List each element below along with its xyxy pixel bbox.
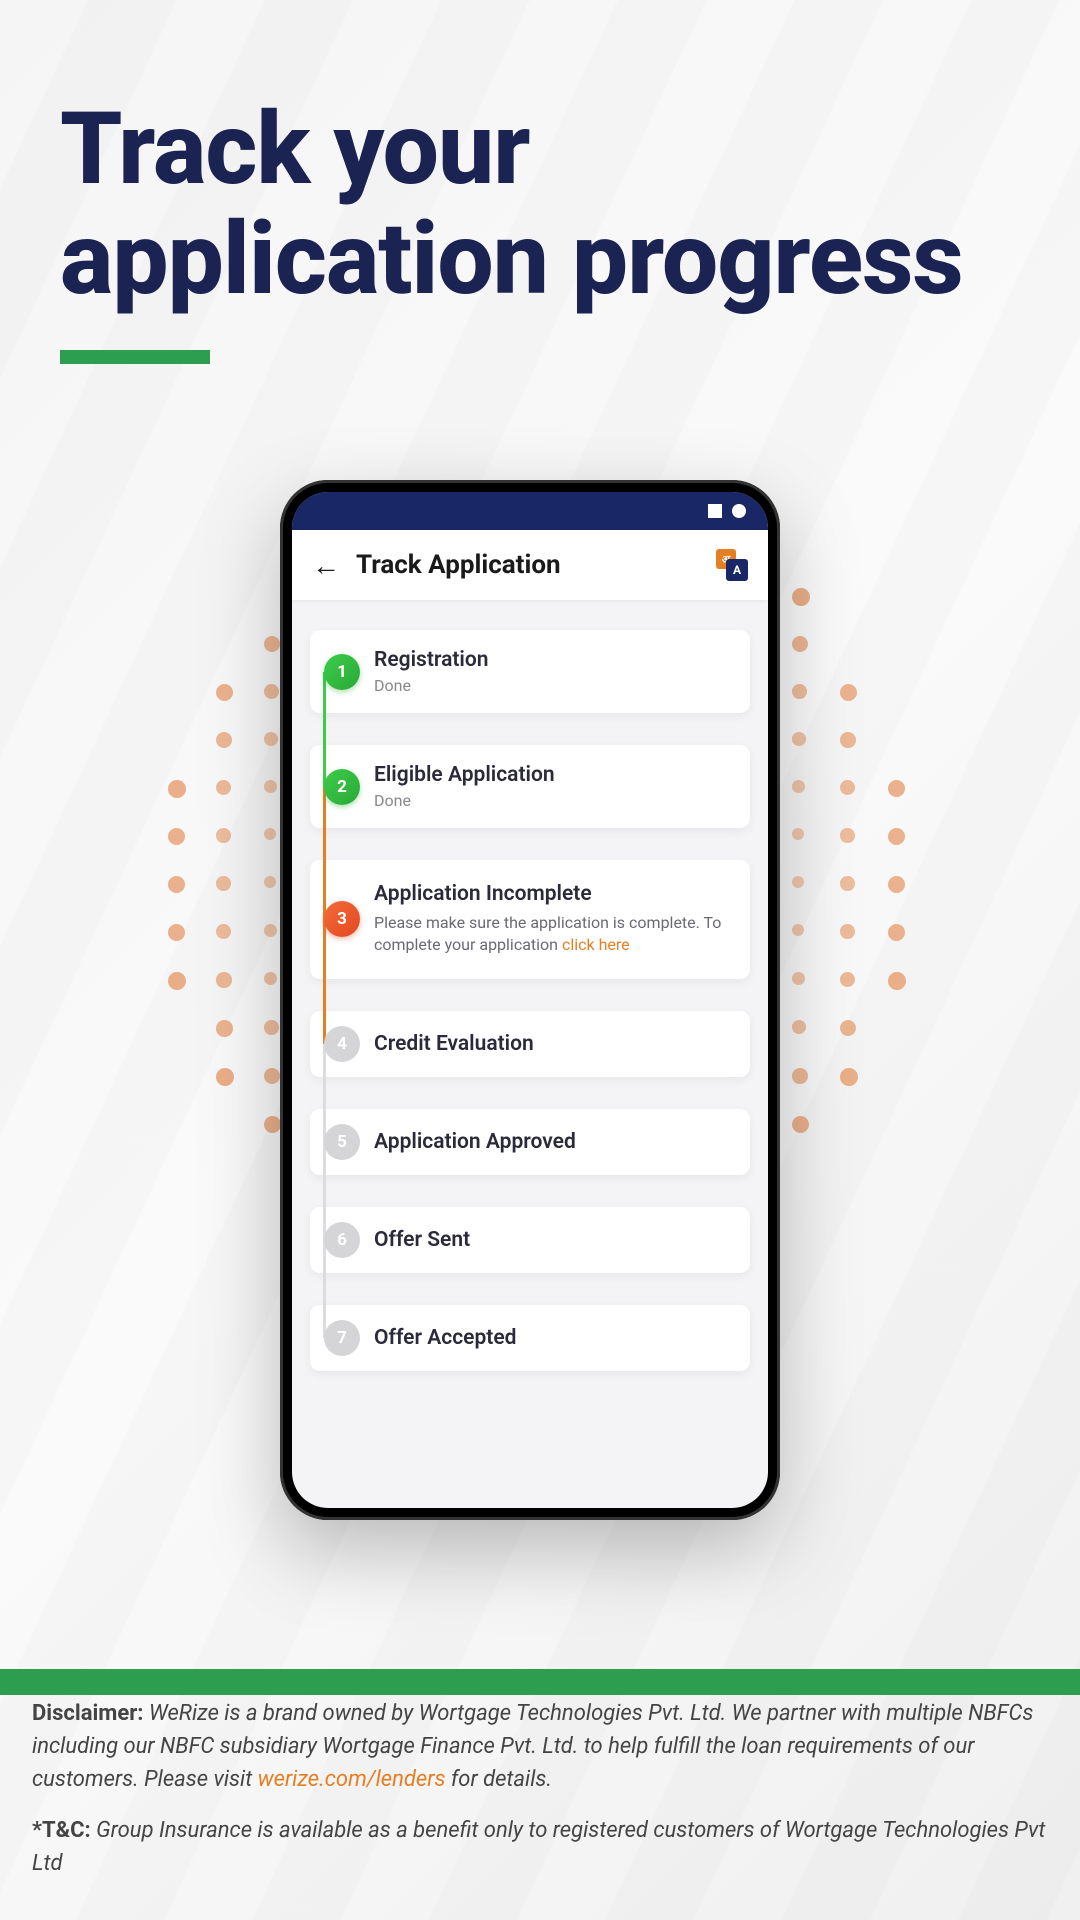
step-title: Offer Accepted bbox=[374, 1326, 732, 1350]
step-card-5: 5 Application Approved bbox=[310, 1109, 750, 1175]
step-title: Eligible Application bbox=[374, 763, 732, 787]
disclaimer-label: Disclaimer: bbox=[32, 1701, 144, 1726]
disclaimer-text-after: for details. bbox=[445, 1767, 552, 1792]
step-subtitle: Done bbox=[374, 676, 732, 695]
page-headline: Track your application progress bbox=[60, 95, 963, 315]
step-card-4: 4 Credit Evaluation bbox=[310, 1011, 750, 1077]
phone-screen: ← Track Application अ A 1 Registration Don… bbox=[292, 492, 768, 1508]
step-circle-6: 6 bbox=[324, 1222, 360, 1258]
step-connector bbox=[323, 1142, 326, 1240]
step-connector bbox=[323, 672, 326, 787]
status-square-icon bbox=[708, 504, 722, 518]
disclaimer-block: Disclaimer: WeRize is a brand owned by W… bbox=[32, 1697, 1048, 1880]
headline-line-1: Track your bbox=[60, 95, 963, 205]
steps-container: 1 Registration Done 2 Eligible Application Do… bbox=[292, 600, 768, 1371]
step-circle-1: 1 bbox=[324, 654, 360, 690]
step-connector bbox=[323, 1044, 326, 1142]
step-circle-4: 4 bbox=[324, 1026, 360, 1062]
step-card-3: 3 Application Incomplete Please make sure … bbox=[310, 860, 750, 979]
step-title: Application Approved bbox=[374, 1130, 732, 1154]
step-title: Registration bbox=[374, 648, 732, 672]
step-subtitle: Done bbox=[374, 791, 732, 810]
step-title: Credit Evaluation bbox=[374, 1032, 732, 1056]
step-card-1: 1 Registration Done bbox=[310, 630, 750, 713]
status-circle-icon bbox=[732, 504, 746, 518]
step-title: Application Incomplete bbox=[374, 882, 732, 906]
tc-label: *T&C: bbox=[32, 1818, 91, 1843]
app-header-title: Track Application bbox=[356, 550, 716, 580]
step-circle-7: 7 bbox=[324, 1320, 360, 1356]
back-arrow-icon[interactable]: ← bbox=[312, 549, 340, 582]
headline-line-2: application progress bbox=[60, 205, 963, 315]
step-circle-5: 5 bbox=[324, 1124, 360, 1160]
language-switcher-icon[interactable]: अ A bbox=[716, 549, 748, 581]
step-card-6: 6 Offer Sent bbox=[310, 1207, 750, 1273]
step-connector bbox=[323, 1240, 326, 1338]
step-connector bbox=[323, 920, 326, 1045]
step-card-2: 2 Eligible Application Done bbox=[310, 745, 750, 828]
step-description: Please make sure the application is comp… bbox=[374, 912, 732, 957]
step-title: Offer Sent bbox=[374, 1228, 732, 1252]
disclaimer-link[interactable]: werize.com/lenders bbox=[258, 1767, 446, 1792]
step-click-here-link[interactable]: click here bbox=[562, 935, 630, 954]
phone-mockup: ← Track Application अ A 1 Registration Don… bbox=[280, 480, 780, 1520]
app-header: ← Track Application अ A bbox=[292, 530, 768, 600]
footer-green-bar bbox=[0, 1669, 1080, 1695]
step-card-7: 7 Offer Accepted bbox=[310, 1305, 750, 1371]
step-connector bbox=[323, 787, 326, 920]
headline-underline bbox=[60, 350, 210, 364]
step-circle-3: 3 bbox=[324, 901, 360, 937]
step-circle-2: 2 bbox=[324, 769, 360, 805]
status-bar bbox=[292, 492, 768, 530]
tc-text: Group Insurance is available as a benefi… bbox=[32, 1818, 1045, 1876]
